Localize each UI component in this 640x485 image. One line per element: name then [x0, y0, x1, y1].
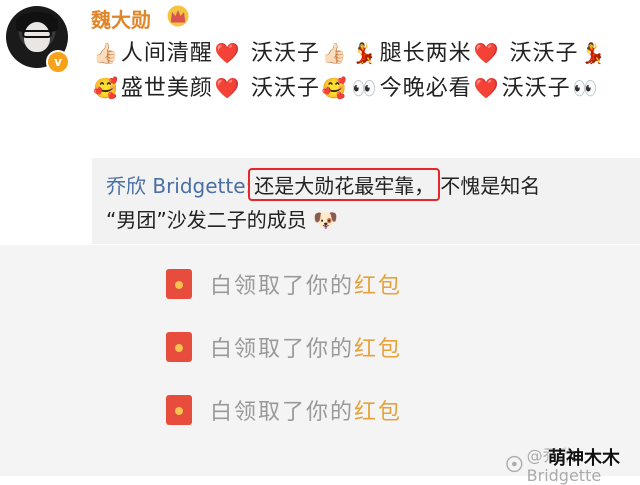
post-text-segment: 沃沃子 — [501, 76, 571, 101]
dancer-icon: 💃 — [351, 41, 378, 65]
weibo-logo-icon — [506, 455, 523, 472]
thumbs-up-icon: 👍🏻 — [321, 41, 348, 65]
post-text-segment: 人间清醒 — [120, 41, 213, 66]
post-text-segment: 今晚必看 — [379, 76, 472, 101]
eyes-icon: 👀 — [351, 76, 378, 100]
quoted-comment-line2: “男团”沙发二子的成员 🐶 — [106, 204, 338, 233]
post-text-segment: 沃沃子 — [242, 41, 320, 66]
quoted-comment[interactable]: 乔欣 Bridgette: 还是大勋花最牢靠， 不愧是知名 “男团”沙发二子的成员 … — [92, 158, 640, 244]
verified-badge-icon: v — [46, 50, 70, 74]
packet-text: 白领取了你的 — [210, 400, 355, 425]
red-packet-item: 白领取了你的红包 — [166, 269, 402, 299]
red-envelope-icon — [166, 332, 192, 362]
red-envelope-icon — [166, 395, 192, 425]
comment-text-rest: 不愧是知名 — [440, 174, 541, 198]
weibo-post: v 魏大勋 👍🏻人间清醒 ❤️ 沃沃子 👍🏻 💃腿长两米 ❤️ 沃沃子 💃🥰盛世美颜 ❤️ … — [0, 0, 640, 245]
dancer-icon: 💃 — [580, 41, 607, 65]
post-text-segment: 腿长两米 — [379, 41, 472, 66]
highlighted-text: 还是大勋花最牢靠， — [248, 168, 441, 201]
heart-icon: ❤️ — [214, 41, 241, 65]
post-text-segment: 沃沃子 — [242, 76, 320, 101]
post-content: 👍🏻人间清醒 ❤️ 沃沃子 👍🏻 💃腿长两米 ❤️ 沃沃子 💃🥰盛世美颜 ❤️ 沃沃子 🥰 👀今… — [91, 36, 636, 106]
red-envelope-icon — [166, 269, 192, 299]
smiling-hearts-icon: 🥰 — [93, 76, 119, 100]
crown-icon — [167, 5, 189, 27]
packet-text: 白领取了你的 — [210, 274, 355, 299]
username[interactable]: 魏大勋 — [91, 4, 151, 33]
quoted-comment-line1: 乔欣 Bridgette: 还是大勋花最牢靠， 不愧是知名 — [106, 168, 540, 201]
red-packet-item: 白领取了你的红包 — [166, 395, 402, 425]
doge-icon: 🐶 — [313, 208, 338, 232]
red-packet-item: 白领取了你的红包 — [166, 332, 402, 362]
avatar-glasses — [22, 30, 52, 38]
smiling-hearts-icon: 🥰 — [321, 76, 348, 100]
author-signature: 萌神木木 — [548, 448, 620, 469]
post-text-segment: 沃沃子 — [501, 41, 579, 66]
comment-text-line2: “男团”沙发二子的成员 — [106, 208, 307, 232]
thumbs-up-icon: 👍🏻 — [93, 41, 119, 65]
eyes-icon: 👀 — [572, 76, 599, 100]
packet-link[interactable]: 红包 — [354, 337, 402, 362]
heart-icon: ❤️ — [214, 76, 241, 100]
packet-text: 白领取了你的 — [210, 337, 355, 362]
commenter-name[interactable]: 乔欣 Bridgette — [106, 174, 246, 198]
packet-link[interactable]: 红包 — [354, 400, 402, 425]
heart-icon: ❤️ — [473, 41, 500, 65]
packet-link[interactable]: 红包 — [354, 274, 402, 299]
heart-icon: ❤️ — [473, 76, 500, 100]
post-text-segment: 盛世美颜 — [120, 76, 213, 101]
